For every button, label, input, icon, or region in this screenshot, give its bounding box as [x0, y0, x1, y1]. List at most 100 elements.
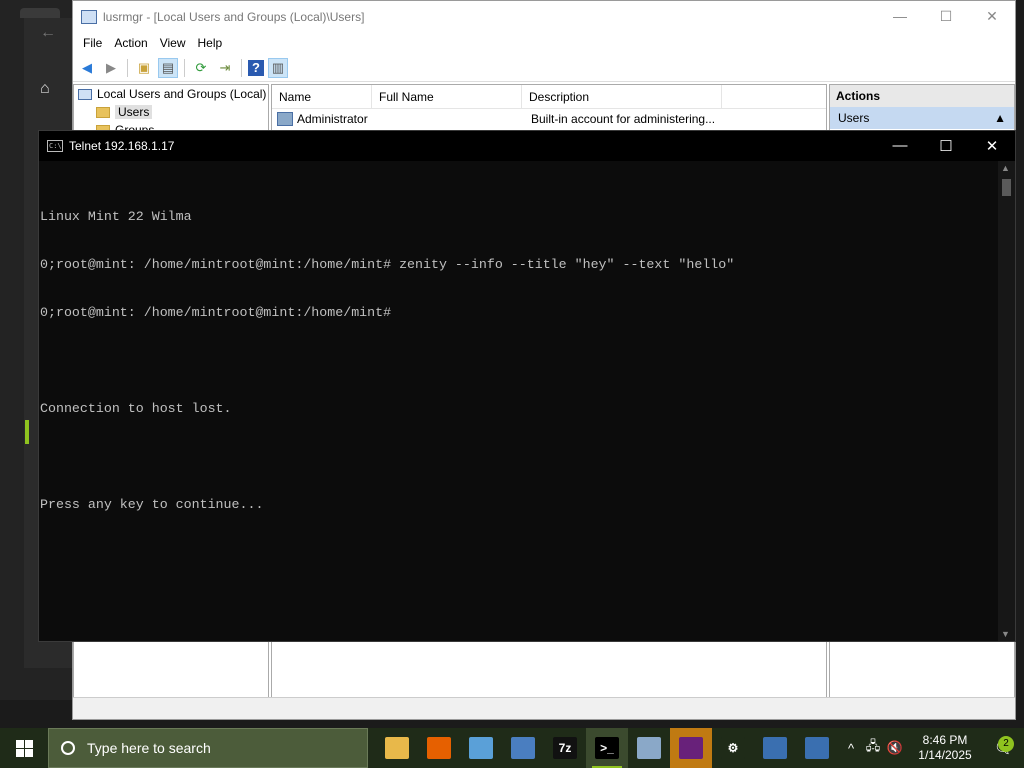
console-output[interactable]: Linux Mint 22 Wilma 0;root@mint: /home/m…: [39, 177, 999, 637]
taskbar-app-button[interactable]: [460, 728, 502, 768]
back-button-icon[interactable]: ◀: [77, 58, 97, 78]
search-placeholder: Type here to search: [87, 740, 211, 756]
users-computer-icon: [805, 737, 829, 759]
users-groups-icon: [78, 88, 92, 100]
column-description[interactable]: Description: [522, 85, 722, 108]
home-icon: ⌂: [40, 80, 50, 97]
volume-muted-icon[interactable]: 🔇: [884, 740, 906, 756]
actions-section-users[interactable]: Users ▲: [830, 107, 1014, 129]
telnet-title: Telnet 192.168.1.17: [69, 139, 175, 153]
menu-bar: File Action View Help: [73, 32, 1015, 54]
console-line: Press any key to continue...: [40, 497, 264, 512]
7zip-icon: 7z: [553, 737, 577, 759]
action-center-button[interactable]: 🗨 2: [984, 736, 1024, 758]
close-button[interactable]: ✕: [969, 8, 1015, 25]
clock-date: 1/14/2025: [918, 748, 972, 762]
user-description: Built-in account for administering...: [531, 112, 716, 126]
settings-gear-icon: ⚙: [721, 737, 745, 759]
console-line: 0;root@mint: /home/mintroot@mint:/home/m…: [40, 305, 392, 320]
menu-file[interactable]: File: [77, 36, 108, 50]
console-icon: >_: [595, 737, 619, 759]
column-full-name[interactable]: Full Name: [372, 85, 522, 108]
tree-item-users-label: Users: [115, 105, 153, 119]
forward-button-icon[interactable]: ▶: [101, 58, 121, 78]
toolbar-separator: [184, 58, 185, 77]
actions-header: Actions: [830, 85, 1014, 107]
toolbar-separator: [127, 58, 128, 77]
up-folder-icon[interactable]: ▣: [134, 58, 154, 78]
vertical-scrollbar[interactable]: ▲ ▼: [998, 161, 1015, 641]
remote-desktop-icon: [637, 737, 661, 759]
firefox-icon: [427, 737, 451, 759]
taskbar-app-button[interactable]: [754, 728, 796, 768]
table-row[interactable]: Administrator Built-in account for admin…: [272, 109, 826, 129]
minimize-button[interactable]: —: [877, 8, 923, 25]
maximize-button[interactable]: ☐: [923, 8, 969, 25]
taskbar-app-button[interactable]: [796, 728, 838, 768]
notepad-icon: [469, 737, 493, 759]
taskbar-app-button[interactable]: ⚙: [712, 728, 754, 768]
console-line: ​: [40, 353, 999, 369]
toolbar-separator: [241, 58, 242, 77]
file-explorer-icon: [385, 737, 409, 759]
toolbar: ◀ ▶ ▣ ▤ ⟳ ⇥ ? ▥: [73, 54, 1015, 82]
mmc-app-icon: [81, 9, 97, 24]
column-name[interactable]: Name: [272, 85, 372, 108]
taskbar-app-button[interactable]: 7z: [544, 728, 586, 768]
menu-help[interactable]: Help: [192, 36, 229, 50]
export-list-icon[interactable]: ⇥: [215, 58, 235, 78]
windows-logo-icon: [15, 739, 33, 757]
telnet-titlebar[interactable]: C:\ Telnet 192.168.1.17 — ☐ ✕: [39, 131, 1015, 161]
clock[interactable]: 8:46 PM 1/14/2025: [906, 733, 984, 763]
collapse-icon[interactable]: ▲: [994, 111, 1006, 125]
minimize-button[interactable]: —: [877, 137, 923, 155]
start-button[interactable]: [0, 728, 48, 768]
network-computer-icon: [511, 737, 535, 759]
folder-icon: [96, 106, 110, 118]
scroll-thumb[interactable]: [1002, 179, 1011, 196]
taskbar-app-button[interactable]: >_: [586, 728, 628, 768]
system-tray: ^ 🖧 🔇 8:46 PM 1/14/2025 🗨 2: [840, 728, 1024, 768]
menu-view[interactable]: View: [154, 36, 192, 50]
taskbar-app-button[interactable]: [670, 728, 712, 768]
close-button[interactable]: ✕: [969, 137, 1015, 155]
console-line: Linux Mint 22 Wilma: [40, 209, 192, 224]
show-hide-tree-icon[interactable]: ▤: [158, 57, 178, 78]
show-hidden-icons-chevron-icon[interactable]: ^: [840, 741, 862, 756]
accent-bar: [25, 420, 29, 444]
clock-time: 8:46 PM: [922, 733, 968, 747]
tree-root-label: Local Users and Groups (Local): [97, 87, 267, 101]
actions-section-label: Users: [838, 111, 870, 125]
scroll-down-icon[interactable]: ▼: [1001, 629, 1010, 639]
taskbar-app-button[interactable]: [502, 728, 544, 768]
action-pane-icon[interactable]: ▥: [268, 57, 288, 78]
console-line: ​: [40, 449, 999, 465]
maximize-button[interactable]: ☐: [923, 137, 969, 155]
network-manager-icon: [763, 737, 787, 759]
taskbar-app-button[interactable]: [628, 728, 670, 768]
menu-action[interactable]: Action: [108, 36, 153, 50]
background-tab: [20, 8, 60, 18]
taskbar-app-button[interactable]: [418, 728, 460, 768]
telnet-window[interactable]: C:\ Telnet 192.168.1.17 — ☐ ✕ Linux Mint…: [38, 130, 1016, 642]
network-icon[interactable]: 🖧: [862, 737, 884, 759]
help-icon[interactable]: ?: [248, 59, 264, 76]
tree-item-users[interactable]: Users: [74, 103, 268, 121]
status-bar: [73, 697, 1015, 719]
console-line: Connection to host lost.: [40, 401, 232, 416]
tree-root[interactable]: Local Users and Groups (Local): [74, 85, 268, 103]
console-line: 0;root@mint: /home/mintroot@mint:/home/m…: [40, 257, 735, 272]
search-icon: [61, 741, 75, 755]
refresh-icon[interactable]: ⟳: [191, 58, 211, 78]
console-app-icon: C:\: [47, 140, 63, 152]
notification-count-badge: 2: [998, 736, 1014, 752]
list-header: Name Full Name Description: [272, 85, 826, 109]
back-arrow-icon: ←: [40, 24, 56, 41]
scroll-up-icon[interactable]: ▲: [1001, 163, 1010, 173]
taskbar: Type here to search 7z >_ ⚙ ^ 🖧 🔇 8:46 PM …: [0, 728, 1024, 768]
visual-studio-icon: [679, 737, 703, 759]
lusrmgr-titlebar[interactable]: lusrmgr - [Local Users and Groups (Local…: [73, 1, 1015, 32]
taskbar-search[interactable]: Type here to search: [48, 728, 368, 768]
pinned-apps: 7z >_ ⚙: [376, 728, 838, 768]
taskbar-app-button[interactable]: [376, 728, 418, 768]
